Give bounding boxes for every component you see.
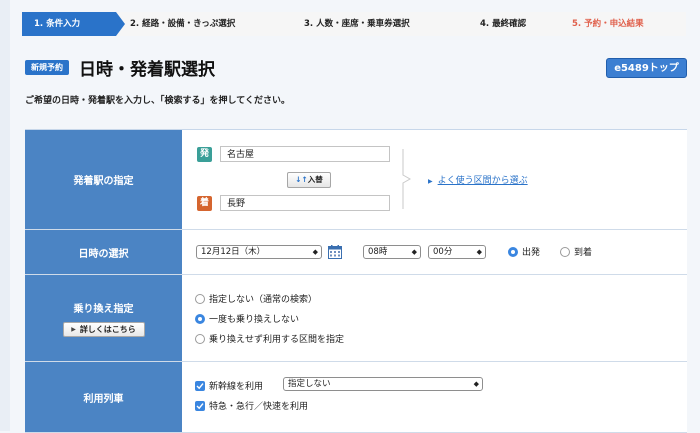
date-value: 12月12日（木） [201,247,266,257]
frequent-route-link-row[interactable]: ▶ よく使う区間から選ぶ [428,173,528,186]
express-checkbox[interactable] [195,401,205,411]
transfer-option-3-radio[interactable] [195,334,205,344]
checkmark-icon [196,383,204,390]
shinkansen-select[interactable]: 指定しない ◆ [283,377,483,391]
play-icon: ▶ [71,325,76,333]
minute-select[interactable]: 00分 ◆ [428,245,486,259]
transfer-detail-button[interactable]: ▶ 詳しくはこちら [62,321,145,337]
frequent-route-link[interactable]: よく使う区間から選ぶ [438,176,528,186]
station-row-content: 発 名古屋 ↓↑入替 着 長野 ▶ よく使う区間から選ぶ [183,130,687,229]
calendar-icon[interactable] [328,245,342,259]
transfer-row-label: 乗り換え指定 ▶ 詳しくはこちら [25,275,182,361]
hour-select[interactable]: 08時 ◆ [363,245,421,259]
page-title: 日時・発着駅選択 [79,60,215,80]
station-row: 発着駅の指定 発 名古屋 ↓↑入替 着 長野 ▶ よく使う区間から選ぶ [25,130,687,230]
triangle-right-icon: ▶ [428,178,433,185]
datetime-row-label: 日時の選択 [25,230,182,274]
swap-stations-button[interactable]: ↓↑入替 [287,172,331,188]
step-5: 5. 予約・申込結果 [560,12,686,36]
transfer-option-2-label: 一度も乗り換えしない [209,315,300,325]
departure-station-input[interactable]: 名古屋 [220,146,390,162]
step-4-label: 4. 最終確認 [480,19,527,29]
minute-value: 00分 [433,247,453,257]
transfer-option-1-radio[interactable] [195,294,205,304]
transfer-option-3-label: 乗り換えせず利用する区間を指定 [209,335,345,345]
hour-value: 08時 [368,247,388,257]
step-3: 3. 人数・座席・乗車券選択 [292,12,469,36]
arrival-icon: 着 [197,196,212,211]
transfer-option-1-label: 指定しない（通常の検索） [209,295,318,305]
datetime-row: 日時の選択 12月12日（木） ◆ 08時 ◆ 00分 ◆ 出発 到着 [25,230,687,275]
step-5-label: 5. 予約・申込結果 [572,19,644,29]
e5489-top-button[interactable]: e5489トップ [606,58,687,78]
swap-icon: ↓↑ [295,175,308,184]
select-caret-icon: ◆ [312,248,318,256]
brace-divider [402,149,412,209]
train-row-content: 新幹線を利用 指定しない ◆ 特急・急行／快速を利用 [183,362,687,432]
departure-icon: 発 [197,147,212,162]
train-row-label: 利用列車 [25,362,182,432]
depart-label: 出発 [522,248,541,258]
step-1: 1. 条件入力 [22,12,125,36]
left-edge [0,0,10,431]
shinkansen-checkbox[interactable] [195,381,205,391]
shinkansen-label: 新幹線を利用 [209,382,264,392]
new-reservation-badge: 新規予約 [25,60,69,75]
train-row: 利用列車 新幹線を利用 指定しない ◆ 特急・急行／快速を利用 [25,362,687,433]
datetime-row-content: 12月12日（木） ◆ 08時 ◆ 00分 ◆ 出発 到着 [183,230,687,274]
select-caret-icon: ◆ [473,380,479,388]
station-row-label: 発着駅の指定 [25,130,182,229]
date-select[interactable]: 12月12日（木） ◆ [196,245,322,259]
select-caret-icon: ◆ [476,248,482,256]
arrival-station-input[interactable]: 長野 [220,195,390,211]
step-arrow [116,12,125,36]
step-2-label: 2. 経路・設備・きっぷ選択 [130,19,236,29]
arrive-radio[interactable] [560,247,570,257]
step-1-label: 1. 条件入力 [34,19,81,29]
detail-button-label: 詳しくはこちら [79,324,136,334]
search-form: 発着駅の指定 発 名古屋 ↓↑入替 着 長野 ▶ よく使う区間から選ぶ 日時の選択… [25,129,687,433]
transfer-option-2-radio[interactable] [195,314,205,324]
transfer-row-title: 乗り換え指定 [73,303,134,315]
swap-label: 入替 [307,175,323,184]
depart-radio[interactable] [508,247,518,257]
step-3-label: 3. 人数・座席・乗車券選択 [304,19,410,29]
instruction-text: ご希望の日時・発着駅を入力し、「検索する」を押してください。 [25,96,290,106]
checkmark-icon [196,403,204,410]
step-4: 4. 最終確認 [468,12,561,36]
express-label: 特急・急行／快速を利用 [209,402,309,412]
step-2: 2. 経路・設備・きっぷ選択 [116,12,293,36]
arrive-label: 到着 [574,248,593,258]
transfer-row: 乗り換え指定 ▶ 詳しくはこちら 指定しない（通常の検索） 一度も乗り換えしない … [25,275,687,362]
shinkansen-select-value: 指定しない [288,379,331,389]
step-progress: 1. 条件入力 2. 経路・設備・きっぷ選択 3. 人数・座席・乗車券選択 4.… [22,12,686,36]
select-caret-icon: ◆ [411,248,417,256]
transfer-row-content: 指定しない（通常の検索） 一度も乗り換えしない 乗り換えせず利用する区間を指定 [183,275,687,361]
